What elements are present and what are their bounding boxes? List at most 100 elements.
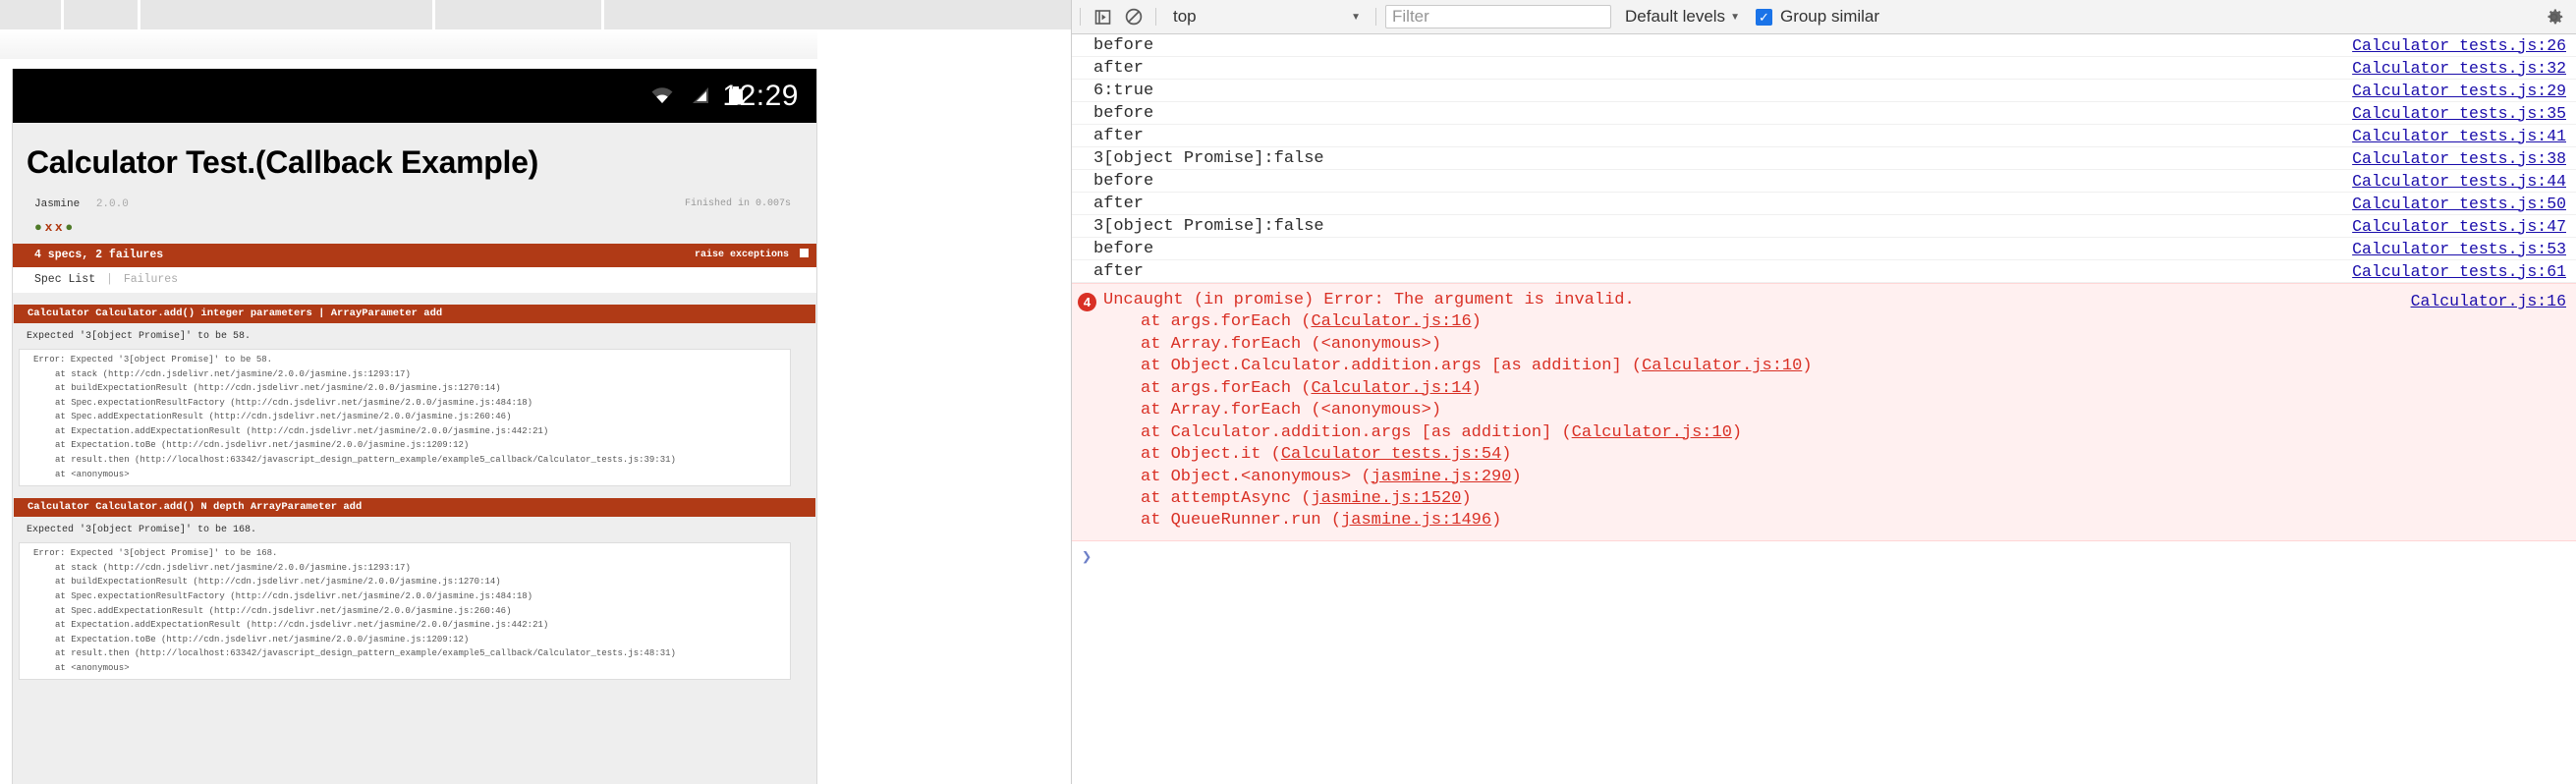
group-similar-checkbox[interactable]: ✓ Group similar xyxy=(1755,7,1880,27)
error-group-source-link[interactable]: Calculator.js:16 xyxy=(2411,292,2566,532)
console-log-row[interactable]: 3[object Promise]:false Calculator_tests.… xyxy=(1072,215,2576,238)
console-source-link[interactable]: Calculator_tests.js:53 xyxy=(2352,240,2566,258)
console-source-link[interactable]: Calculator_tests.js:47 xyxy=(2352,217,2566,236)
toolbar-divider xyxy=(1080,8,1081,26)
error-source-link[interactable]: Calculator.js:16 xyxy=(1311,312,1471,331)
spec-fail-symbol[interactable]: x xyxy=(45,219,55,234)
spec-symbol-summary: ●xx● xyxy=(13,210,816,244)
menu-separator: | xyxy=(106,273,113,286)
console-source-link[interactable]: Calculator_tests.js:35 xyxy=(2352,104,2566,123)
stack-line: at buildExpectationResult (http://cdn.js… xyxy=(55,577,501,588)
tab-failures[interactable]: Failures xyxy=(124,273,178,286)
browser-page-pane: 12:29 Calculator Test.(Callback Example)… xyxy=(0,0,1071,784)
console-prompt[interactable]: ❯ xyxy=(1072,541,2576,569)
failure-title[interactable]: Calculator Calculator.add() N depth Arra… xyxy=(14,498,815,518)
error-stack-line: at Object.Calculator.addition.args [as a… xyxy=(1141,357,1813,376)
prompt-caret-icon: ❯ xyxy=(1082,548,1092,568)
console-log-row[interactable]: after Calculator_tests.js:61 xyxy=(1072,260,2576,283)
stack-line: at <anonymous> xyxy=(55,662,130,673)
tab-divider xyxy=(432,0,435,29)
error-source-link[interactable]: Calculator.js:10 xyxy=(1642,357,1802,375)
console-log-row[interactable]: before Calculator_tests.js:53 xyxy=(1072,238,2576,260)
failure-title[interactable]: Calculator Calculator.add() integer para… xyxy=(14,305,815,323)
error-source-link[interactable]: jasmine.js:1520 xyxy=(1311,489,1461,508)
console-source-link[interactable]: Calculator_tests.js:44 xyxy=(2352,172,2566,191)
jasmine-version-label: 2.0.0 xyxy=(95,198,129,210)
console-log-list: before Calculator_tests.js:26 after Calcula… xyxy=(1072,34,2576,541)
console-message: before xyxy=(1093,171,1154,191)
raise-exceptions-toggle[interactable]: raise exceptions xyxy=(695,249,809,260)
execution-context-select[interactable]: top ▼ xyxy=(1165,5,1367,28)
console-source-link[interactable]: Calculator_tests.js:61 xyxy=(2352,262,2566,281)
raise-exceptions-checkbox[interactable] xyxy=(800,249,809,257)
spec-count-alert-bar: 4 specs, 2 failures raise exceptions xyxy=(13,244,816,267)
execution-context-value: top xyxy=(1173,7,1197,26)
error-stack-line: at Object.it (Calculator_tests.js:54) xyxy=(1141,445,1512,465)
stack-line: at Spec.expectationResultFactory (http:/… xyxy=(55,590,533,601)
browser-tab-strip xyxy=(0,0,1071,29)
error-stack-line: at Calculator.addition.args [as addition… xyxy=(1141,422,1743,442)
error-source-link[interactable]: jasmine.js:290 xyxy=(1372,468,1512,486)
error-stack-line: at Array.forEach (<anonymous>) xyxy=(1141,401,1442,420)
signal-icon xyxy=(691,86,710,109)
spec-pass-symbol[interactable]: ● xyxy=(65,219,76,234)
page-top-gradient xyxy=(0,29,817,59)
error-source-link[interactable]: jasmine.js:1496 xyxy=(1341,511,1491,530)
console-toolbar: top ▼ Default levels ▼ ✓ Group similar xyxy=(1072,0,2576,34)
spec-count-label: 4 specs, 2 failures xyxy=(34,249,164,261)
log-levels-select[interactable]: Default levels ▼ xyxy=(1625,7,1740,27)
stack-line: at Expectation.toBe (http://cdn.jsdelivr… xyxy=(55,440,470,451)
console-message: after xyxy=(1093,194,1145,213)
console-source-link[interactable]: Calculator_tests.js:41 xyxy=(2352,127,2566,145)
console-log-row[interactable]: 6:true Calculator_tests.js:29 xyxy=(1072,80,2576,102)
console-message: 6:true xyxy=(1093,81,1154,100)
stack-line: at result.then (http://localhost:63342/j… xyxy=(55,648,676,659)
stack-line: at <anonymous> xyxy=(55,469,130,479)
error-stack-line: at args.forEach (Calculator.js:16) xyxy=(1141,312,1482,332)
jasmine-reporter: Calculator Test.(Callback Example) Finis… xyxy=(13,123,816,681)
console-log-row[interactable]: before Calculator_tests.js:44 xyxy=(1072,170,2576,193)
console-message: after xyxy=(1093,261,1145,281)
failure-block: Calculator Calculator.add() N depth Arra… xyxy=(13,498,816,681)
console-log-row[interactable]: after Calculator_tests.js:50 xyxy=(1072,193,2576,215)
tab-divider xyxy=(138,0,140,29)
console-source-link[interactable]: Calculator_tests.js:29 xyxy=(2352,82,2566,100)
tab-spec-list[interactable]: Spec List xyxy=(34,273,95,286)
chevron-down-icon: ▼ xyxy=(1730,11,1740,23)
gear-icon[interactable] xyxy=(2544,7,2564,32)
failure-stack-trace: Error: Expected '3[object Promise]' to b… xyxy=(19,542,791,681)
filter-input[interactable] xyxy=(1385,5,1611,28)
console-log-row[interactable]: 3[object Promise]:false Calculator_tests.… xyxy=(1072,147,2576,170)
console-log-row[interactable]: after Calculator_tests.js:41 xyxy=(1072,125,2576,147)
stack-line: Error: Expected '3[object Promise]' to b… xyxy=(33,355,273,364)
error-source-link[interactable]: Calculator.js:10 xyxy=(1572,423,1732,442)
console-log-row[interactable]: after Calculator_tests.js:32 xyxy=(1072,57,2576,80)
spec-fail-symbol[interactable]: x xyxy=(55,219,65,234)
console-source-link[interactable]: Calculator_tests.js:38 xyxy=(2352,149,2566,168)
raise-exceptions-label: raise exceptions xyxy=(694,250,789,260)
console-message: after xyxy=(1093,126,1145,145)
toolbar-divider xyxy=(1155,8,1156,26)
console-log-row[interactable]: before Calculator_tests.js:26 xyxy=(1072,34,2576,57)
stack-line: at Spec.addExpectationResult (http://cdn… xyxy=(55,605,512,616)
page-title: Calculator Test.(Callback Example) xyxy=(27,144,538,180)
console-message: before xyxy=(1093,239,1154,258)
toolbar-divider xyxy=(1375,8,1376,26)
group-similar-label: Group similar xyxy=(1779,7,1880,26)
console-error-group[interactable]: 4 Uncaught (in promise) Error: The argume… xyxy=(1072,283,2576,541)
error-source-link[interactable]: Calculator.js:14 xyxy=(1311,379,1471,398)
clear-console-icon[interactable] xyxy=(1121,5,1147,28)
stack-line: at Expectation.toBe (http://cdn.jsdelivr… xyxy=(55,634,470,644)
stack-line: at Spec.addExpectationResult (http://cdn… xyxy=(55,412,512,422)
stack-line: at stack (http://cdn.jsdelivr.net/jasmin… xyxy=(55,562,411,573)
console-source-link[interactable]: Calculator_tests.js:32 xyxy=(2352,59,2566,78)
device-emulation-frame: 12:29 Calculator Test.(Callback Example)… xyxy=(12,69,817,784)
console-message: 3[object Promise]:false xyxy=(1093,216,1324,236)
spec-pass-symbol[interactable]: ● xyxy=(34,219,45,234)
failure-message: Expected '3[object Promise]' to be 58. xyxy=(13,323,816,349)
show-console-sidebar-icon[interactable] xyxy=(1090,5,1115,28)
error-source-link[interactable]: Calculator_tests.js:54 xyxy=(1281,445,1501,464)
console-source-link[interactable]: Calculator_tests.js:50 xyxy=(2352,195,2566,213)
console-log-row[interactable]: before Calculator_tests.js:35 xyxy=(1072,102,2576,125)
console-source-link[interactable]: Calculator_tests.js:26 xyxy=(2352,36,2566,55)
